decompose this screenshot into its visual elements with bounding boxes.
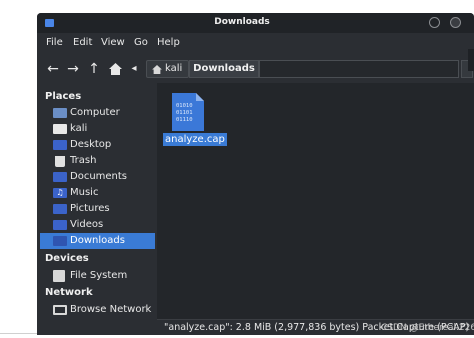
sidebar-item-music[interactable]: ♫ Music: [40, 185, 155, 201]
sidebar-item-label: Downloads: [70, 235, 125, 246]
network-heading: Network: [45, 287, 93, 298]
icon-text-line: 01110: [176, 117, 193, 123]
divider: [0, 333, 37, 334]
home-button[interactable]: [107, 59, 123, 79]
toolbar: ← → ↑ ◂ kali Downloads ✎: [37, 55, 474, 83]
arrow-up-icon: ↑: [88, 61, 100, 77]
sidebar-item-file-system[interactable]: File System: [40, 268, 155, 284]
sidebar-item-trash[interactable]: Trash: [40, 153, 155, 169]
sidebar-item-label: Pictures: [70, 203, 110, 214]
sidebar-item-label: Documents: [70, 171, 128, 182]
home-icon: [152, 65, 162, 74]
sidebar-item-label: kali: [70, 123, 88, 134]
menu-view[interactable]: View: [101, 37, 125, 48]
sidebar-item-kali[interactable]: kali: [40, 121, 155, 137]
sidebar-item-desktop[interactable]: Desktop: [40, 137, 155, 153]
breadcrumb-home-label: kali: [165, 63, 183, 74]
home-icon: [108, 63, 122, 75]
sidebar-item-label: Music: [70, 187, 99, 198]
title-bar[interactable]: Downloads: [37, 13, 474, 33]
maximize-button[interactable]: [450, 17, 461, 28]
drive-icon: [53, 270, 65, 282]
sidebar-item-browse-network[interactable]: Browse Network: [40, 302, 155, 318]
chevron-left-icon: ◂: [131, 63, 137, 74]
file-name-label: analyze.cap: [163, 133, 227, 146]
sidebar-item-label: Trash: [70, 155, 97, 166]
window-title: Downloads: [214, 17, 270, 27]
sidebar-item-downloads[interactable]: Downloads: [40, 233, 155, 249]
computer-icon: [53, 108, 67, 118]
window-edge: [468, 49, 474, 71]
menu-help[interactable]: Help: [157, 37, 180, 48]
watermark: CSDN @Ethereal.226: [381, 323, 474, 333]
menu-edit[interactable]: Edit: [73, 37, 92, 48]
videos-folder-icon: [53, 220, 67, 230]
file-view[interactable]: 01010 01101 01110 analyze.cap: [157, 83, 474, 319]
sidebar-item-pictures[interactable]: Pictures: [40, 201, 155, 217]
menu-bar: File Edit View Go Help: [37, 33, 474, 55]
devices-heading: Devices: [45, 253, 89, 264]
breadcrumb-current[interactable]: Downloads: [189, 60, 259, 78]
sidebar-item-label: Desktop: [70, 139, 112, 150]
sidebar-item-label: Browse Network: [70, 304, 152, 315]
path-bar[interactable]: ✎: [259, 60, 459, 78]
network-icon: [53, 305, 67, 315]
downloads-folder-icon: [53, 236, 67, 246]
icon-text-line: 01010: [176, 103, 193, 109]
sidebar-item-computer[interactable]: Computer: [40, 105, 155, 121]
documents-folder-icon: [53, 172, 67, 182]
places-heading: Places: [45, 91, 82, 102]
sidebar-item-label: Computer: [70, 107, 120, 118]
parent-folder-button[interactable]: ↑: [86, 59, 102, 79]
home-folder-icon: [53, 124, 67, 134]
sidebar-item-documents[interactable]: Documents: [40, 169, 155, 185]
arrow-right-icon: →: [67, 61, 79, 77]
forward-button[interactable]: →: [65, 59, 81, 79]
trash-icon: [55, 156, 65, 167]
desktop-folder-icon: [53, 140, 67, 150]
sidebar: Places Computer kali Desktop Trash Docum…: [37, 83, 157, 319]
icon-text-line: 01101: [176, 110, 193, 116]
pictures-folder-icon: [53, 204, 67, 214]
sidebar-item-label: Videos: [70, 219, 104, 230]
menu-go[interactable]: Go: [134, 37, 148, 48]
back-button[interactable]: ←: [45, 59, 61, 79]
breadcrumb-home[interactable]: kali: [146, 60, 189, 78]
music-folder-icon: ♫: [53, 188, 67, 198]
sidebar-item-videos[interactable]: Videos: [40, 217, 155, 233]
toggle-location-button[interactable]: ◂: [126, 59, 142, 79]
sidebar-item-label: File System: [70, 270, 128, 281]
menu-file[interactable]: File: [46, 37, 63, 48]
binary-file-icon: 01010 01101 01110: [172, 93, 204, 131]
arrow-left-icon: ←: [47, 61, 59, 77]
file-manager-window: Downloads File Edit View Go Help ← → ↑ ◂: [37, 13, 474, 335]
minimize-button[interactable]: [429, 17, 440, 28]
